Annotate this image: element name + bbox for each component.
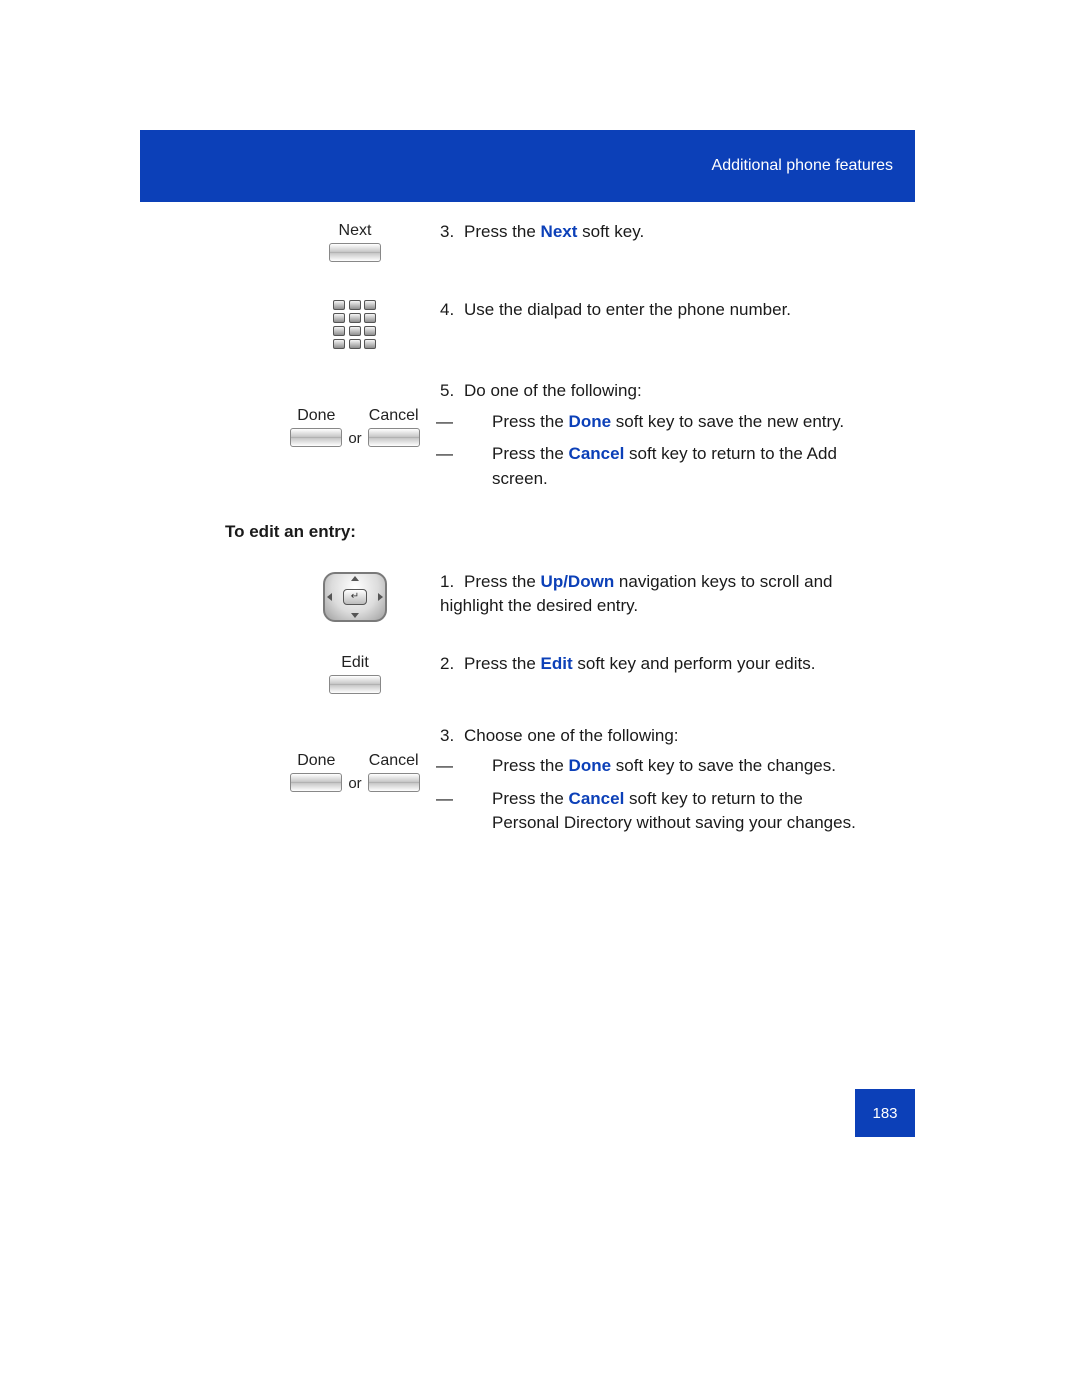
softkey-done-keycap (290, 428, 342, 447)
softkey-done-2-keycap (290, 773, 342, 792)
softkey-edit-label: Edit (341, 654, 369, 672)
softkey-next-label: Next (339, 222, 372, 240)
page-header-title: Additional phone features (712, 157, 893, 175)
edit-step-1-text: 1.Press the Up/Down navigation keys to s… (440, 570, 870, 619)
softkey-done-2: Done (290, 752, 342, 792)
page-header: Additional phone features (140, 130, 915, 202)
edit-step-2-text: 2.Press the Edit soft key and perform yo… (440, 652, 870, 677)
navigation-pad-icon: ↵ (323, 572, 387, 622)
dialpad-icon (333, 300, 377, 349)
softkey-cancel-2: Cancel (368, 752, 420, 792)
softkey-done-label-2: Done (297, 752, 335, 770)
softkey-next: Next (329, 222, 381, 262)
softkey-edit: Edit (329, 654, 381, 694)
softkey-done-cancel-group-2: Done or Cancel (290, 752, 419, 792)
softkey-done-cancel-group: Done or Cancel (290, 407, 419, 447)
page-number-box: 183 (855, 1089, 915, 1137)
heading-edit-entry: To edit an entry: (225, 522, 870, 542)
softkey-cancel-label-2: Cancel (369, 752, 419, 770)
step-5-text: 5.Do one of the following: —Press the Do… (440, 379, 870, 492)
softkey-done-label: Done (297, 407, 335, 425)
step-3-text: 3.Press the Next soft key. (440, 220, 870, 245)
softkey-cancel: Cancel (368, 407, 420, 447)
softkey-cancel-label: Cancel (369, 407, 419, 425)
softkey-done: Done (290, 407, 342, 447)
step-4-text: 4.Use the dialpad to enter the phone num… (440, 298, 870, 323)
edit-step-3-text: 3.Choose one of the following: —Press th… (440, 724, 870, 837)
softkey-cancel-keycap (368, 428, 420, 447)
or-label-2: or (348, 775, 361, 792)
or-label: or (348, 430, 361, 447)
softkey-next-keycap (329, 243, 381, 262)
page-number: 183 (872, 1105, 897, 1122)
softkey-cancel-2-keycap (368, 773, 420, 792)
softkey-edit-keycap (329, 675, 381, 694)
